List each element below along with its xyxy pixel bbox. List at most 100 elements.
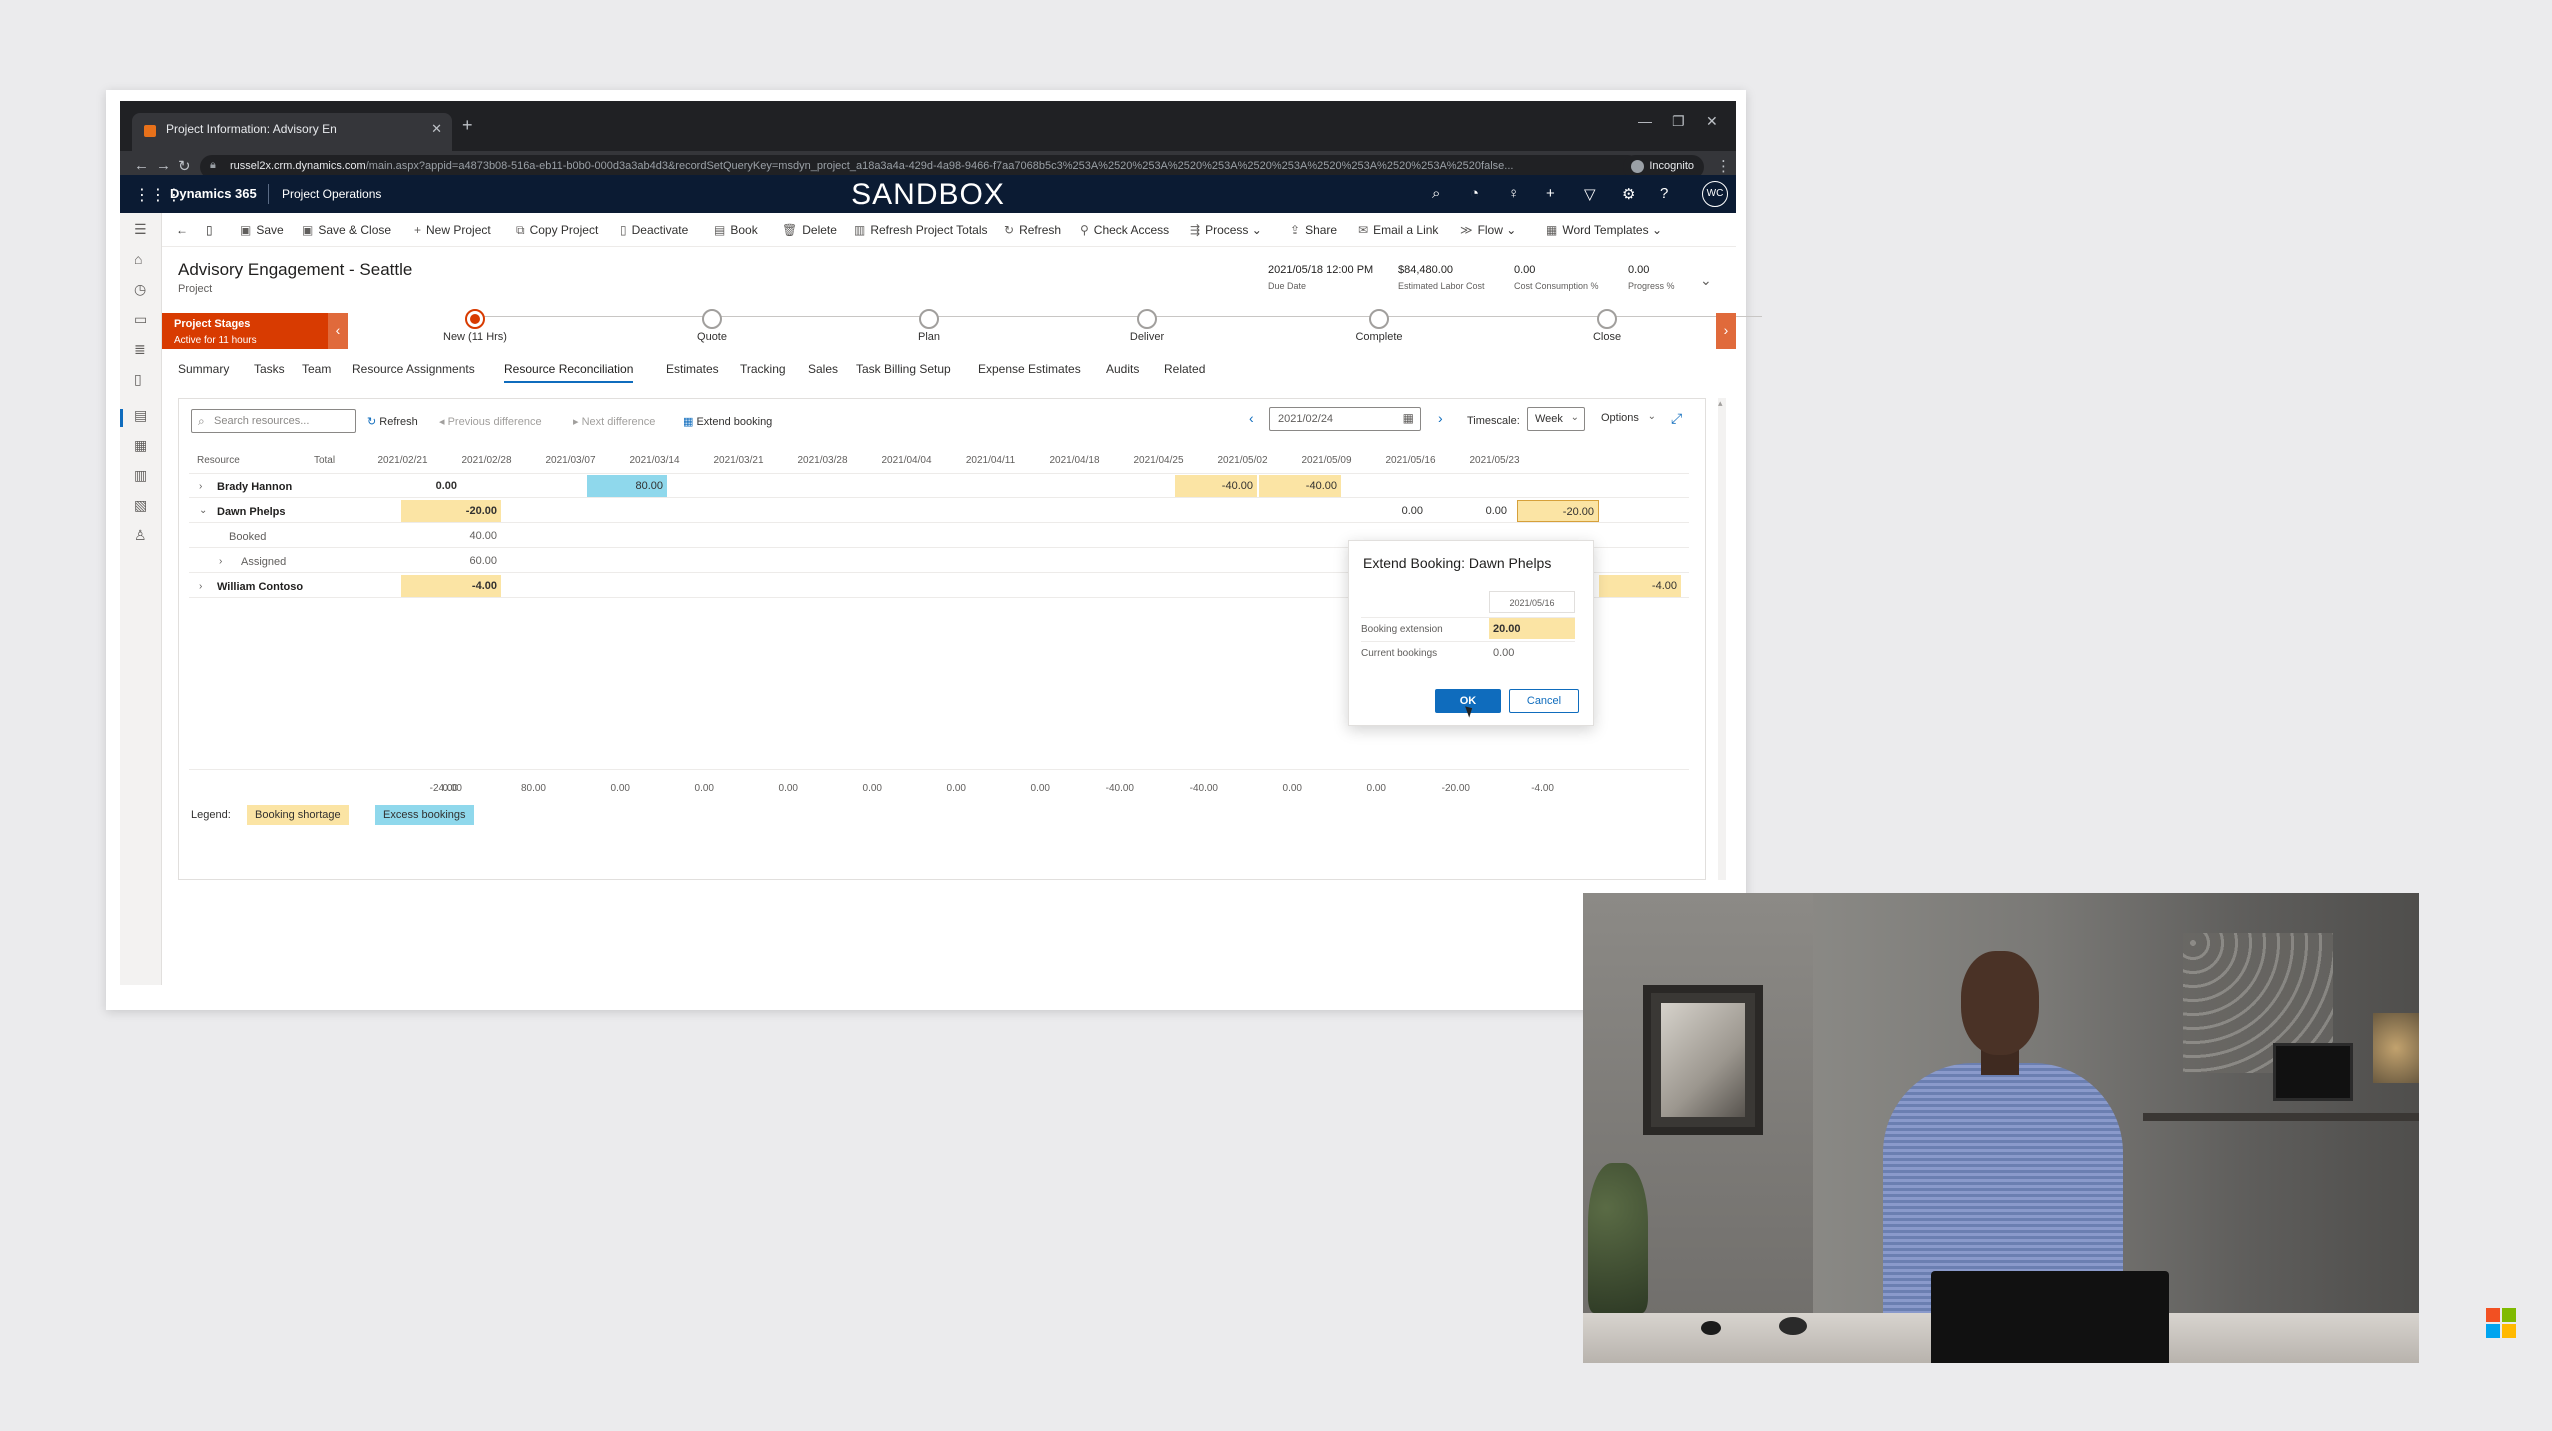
collapse-row-chevron-icon[interactable]: ⌄ bbox=[199, 505, 207, 516]
tab-estimates[interactable]: Estimates bbox=[666, 362, 719, 376]
recon-refresh-button[interactable]: ↻ Refresh bbox=[367, 415, 418, 428]
previous-difference-button[interactable]: ◂ Previous difference bbox=[439, 415, 542, 428]
forward-icon[interactable]: → bbox=[156, 157, 171, 174]
grid-cell-shortage-selected[interactable]: -20.00 bbox=[1517, 500, 1599, 522]
calendar-icon[interactable]: ▦ bbox=[1403, 411, 1414, 425]
header-field-labor-cost: $84,480.00 Estimated Labor Cost bbox=[1398, 264, 1485, 291]
grid-cell-shortage[interactable]: -40.00 bbox=[1259, 475, 1341, 497]
people-icon[interactable]: ♙ bbox=[134, 527, 147, 544]
grid-cell-excess[interactable]: 80.00 bbox=[587, 475, 667, 497]
search-resources-input[interactable]: ⌕ Search resources... bbox=[191, 409, 356, 433]
tab-resource-reconciliation[interactable]: Resource Reconciliation bbox=[504, 362, 634, 383]
new-plus-icon[interactable]: + bbox=[1546, 185, 1555, 202]
projects-icon[interactable]: ▤ bbox=[134, 407, 147, 424]
cancel-button[interactable]: Cancel bbox=[1509, 689, 1579, 713]
cmd-book[interactable]: ▤ Book bbox=[714, 223, 758, 237]
bpf-active-process[interactable]: Project Stages Active for 11 hours bbox=[162, 313, 328, 349]
grid-cell-shortage[interactable]: -40.00 bbox=[1175, 475, 1257, 497]
grid-cell[interactable]: 0.00 bbox=[1357, 500, 1427, 522]
cmd-copy-project[interactable]: ⧉ Copy Project bbox=[516, 223, 598, 238]
header-expand-chevron-icon[interactable]: ⌄ bbox=[1700, 272, 1712, 289]
restore-icon[interactable]: ❐ bbox=[1672, 113, 1685, 130]
cmd-save[interactable]: ▣ Save bbox=[240, 223, 284, 237]
cmd-email-link[interactable]: ✉ Email a Link bbox=[1358, 223, 1438, 237]
expand-row-chevron-icon[interactable]: › bbox=[219, 556, 222, 567]
home-icon[interactable]: ⌂ bbox=[134, 251, 142, 267]
pinned-icon[interactable]: ▭ bbox=[134, 311, 147, 328]
browser-tab[interactable]: Project Information: Advisory En ✕ bbox=[132, 113, 452, 151]
bpf-stage-plan[interactable]: Plan bbox=[869, 309, 989, 343]
expand-icon[interactable]: ⤢ bbox=[1671, 410, 1682, 427]
cmd-refresh-totals[interactable]: ▥ Refresh Project Totals bbox=[854, 223, 988, 237]
tab-summary[interactable]: Summary bbox=[178, 362, 229, 376]
tab-tracking[interactable]: Tracking bbox=[740, 362, 786, 376]
back-arrow-icon[interactable]: ← bbox=[176, 223, 188, 237]
vertical-scrollbar[interactable] bbox=[1718, 398, 1726, 880]
browser-menu-icon[interactable]: ⋮ bbox=[1716, 157, 1731, 175]
report-icon[interactable]: ▧ bbox=[134, 497, 147, 514]
calendar-icon[interactable]: ▦ bbox=[134, 437, 147, 454]
bpf-stage-quote[interactable]: Quote bbox=[652, 309, 772, 343]
bpf-stage-deliver[interactable]: Deliver bbox=[1087, 309, 1207, 343]
close-window-icon[interactable]: ✕ bbox=[1706, 113, 1718, 130]
form-icon[interactable]: ▯ bbox=[206, 223, 213, 237]
cmd-check-access[interactable]: ⚲ Check Access bbox=[1080, 223, 1169, 237]
cmd-refresh[interactable]: ↻ Refresh bbox=[1004, 223, 1061, 237]
reload-icon[interactable]: ↻ bbox=[178, 157, 191, 175]
resource-name[interactable]: Brady Hannon bbox=[217, 481, 292, 493]
cmd-process[interactable]: ⇶ Process ⌄ bbox=[1190, 223, 1262, 237]
bpf-stage-new[interactable]: New (11 Hrs) bbox=[415, 309, 535, 343]
previous-week-chevron-icon[interactable]: ‹ bbox=[1249, 410, 1254, 426]
tab-sales[interactable]: Sales bbox=[808, 362, 838, 376]
start-date-input[interactable]: 2021/02/24 ▦ bbox=[1269, 407, 1421, 431]
word-templates-icon: ▦ bbox=[1546, 223, 1558, 237]
booking-extension-value[interactable]: 20.00 bbox=[1489, 618, 1575, 639]
cmd-word-templates[interactable]: ▦ Word Templates ⌄ bbox=[1546, 223, 1662, 237]
avatar[interactable]: WC bbox=[1702, 181, 1728, 207]
search-icon[interactable]: ⌕ bbox=[1432, 185, 1440, 202]
lightbulb-icon[interactable]: ♀ bbox=[1508, 185, 1519, 202]
cmd-flow[interactable]: ≫ Flow ⌄ bbox=[1460, 223, 1516, 237]
list-icon[interactable]: ≣ bbox=[134, 341, 146, 358]
resource-name[interactable]: William Contoso bbox=[217, 581, 303, 593]
grid-cell[interactable]: 0.00 bbox=[1441, 500, 1511, 522]
minimize-icon[interactable]: — bbox=[1638, 113, 1652, 129]
help-icon[interactable]: ? bbox=[1660, 185, 1668, 202]
tab-audits[interactable]: Audits bbox=[1106, 362, 1139, 376]
cmd-new-project[interactable]: + New Project bbox=[414, 223, 491, 237]
cmd-delete[interactable]: 🗑︎ Delete bbox=[782, 223, 837, 237]
chart-icon[interactable]: ▥ bbox=[134, 467, 147, 484]
next-difference-button[interactable]: ▸ Next difference bbox=[573, 415, 655, 428]
timescale-select[interactable]: Week ⌄ bbox=[1527, 407, 1585, 431]
next-week-chevron-icon[interactable]: › bbox=[1438, 410, 1443, 426]
hamburger-icon[interactable]: ☰ bbox=[134, 221, 147, 238]
grid-cell-shortage[interactable]: -4.00 bbox=[1599, 575, 1681, 597]
tab-related[interactable]: Related bbox=[1164, 362, 1205, 376]
cmd-share[interactable]: ⇪ Share bbox=[1290, 223, 1337, 237]
stage-label: Close bbox=[1592, 331, 1622, 343]
filter-icon[interactable]: ▽ bbox=[1584, 185, 1596, 203]
tab-expense-estimates[interactable]: Expense Estimates bbox=[978, 362, 1081, 376]
bpf-next-chevron-icon[interactable]: › bbox=[1716, 313, 1736, 349]
back-icon[interactable]: ← bbox=[134, 157, 149, 174]
bpf-stage-close[interactable]: Close bbox=[1547, 309, 1667, 343]
tab-tasks[interactable]: Tasks bbox=[254, 362, 285, 376]
close-tab-icon[interactable]: ✕ bbox=[431, 121, 442, 137]
settings-gear-icon[interactable]: ⚙ bbox=[1622, 185, 1635, 203]
bpf-stage-complete[interactable]: Complete bbox=[1319, 309, 1439, 343]
tab-resource-assignments[interactable]: Resource Assignments bbox=[352, 362, 475, 376]
expand-row-chevron-icon[interactable]: › bbox=[199, 481, 202, 492]
extend-booking-button[interactable]: ▦ Extend booking bbox=[683, 415, 772, 428]
options-menu[interactable]: Options ⌄ bbox=[1595, 407, 1661, 431]
cmd-save-close[interactable]: ▣ Save & Close bbox=[302, 223, 391, 237]
tab-team[interactable]: Team bbox=[302, 362, 331, 376]
new-tab-icon[interactable]: + bbox=[462, 115, 473, 136]
assistant-icon[interactable]: ◔ bbox=[1470, 185, 1479, 202]
tab-task-billing-setup[interactable]: Task Billing Setup bbox=[856, 362, 951, 376]
expand-row-chevron-icon[interactable]: › bbox=[199, 581, 202, 592]
document-icon[interactable]: ▯ bbox=[134, 371, 142, 388]
bpf-prev-chevron-icon[interactable]: ‹ bbox=[328, 313, 348, 349]
recent-icon[interactable]: ◷ bbox=[134, 281, 146, 298]
cmd-deactivate[interactable]: ▯ Deactivate bbox=[620, 223, 688, 237]
resource-name[interactable]: Dawn Phelps bbox=[217, 506, 285, 518]
